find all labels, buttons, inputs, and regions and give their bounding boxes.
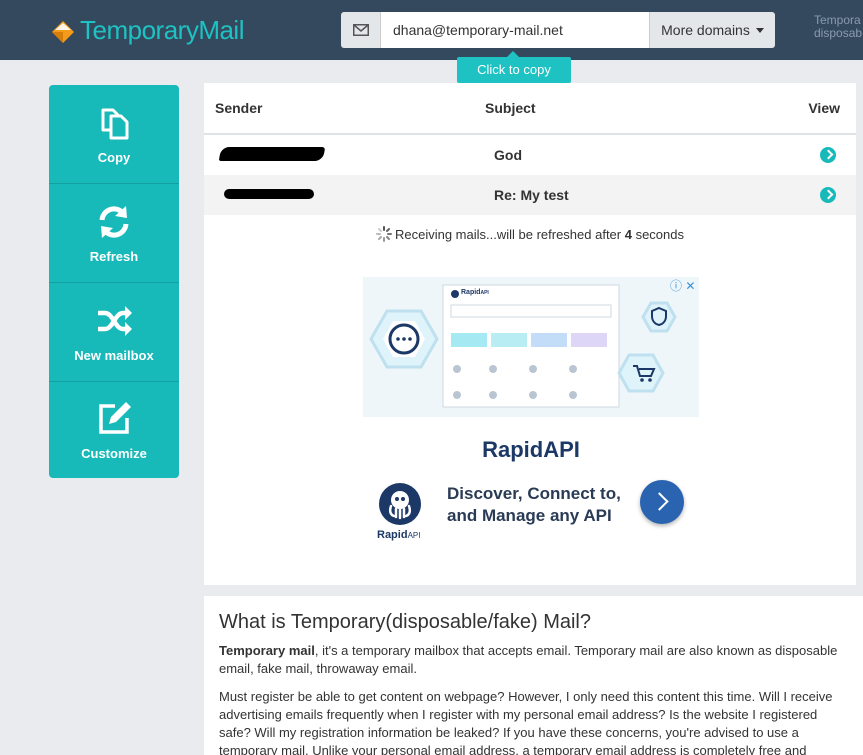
ad-brand-mini: RapidAPI bbox=[461, 289, 489, 296]
header-right-text: Tempora disposab bbox=[814, 14, 862, 40]
ad-logo-caption: RapidAPI bbox=[377, 529, 420, 541]
click-to-copy-tooltip[interactable]: Click to copy bbox=[457, 51, 571, 83]
inbox-panel: Sender Subject View God Re: My test Rece… bbox=[204, 83, 856, 585]
loading-spinner-icon bbox=[375, 226, 392, 242]
refresh-icon bbox=[99, 205, 129, 238]
shuffle-icon bbox=[98, 305, 132, 336]
copy-button[interactable]: Copy bbox=[49, 85, 179, 184]
mail-icon bbox=[341, 12, 381, 48]
redacted-sender bbox=[224, 189, 314, 199]
column-header-subject: Subject bbox=[485, 100, 536, 116]
article-p1-bold: Temporary mail bbox=[219, 643, 315, 658]
ad-tagline-line2: and Manage any API bbox=[447, 506, 612, 525]
about-article: What is Temporary(disposable/fake) Mail?… bbox=[204, 596, 863, 755]
header-right-line2: disposab bbox=[814, 26, 863, 40]
ad-brand-mini-suffix: API bbox=[480, 290, 489, 296]
ad-brand-mini-name: Rapid bbox=[461, 289, 481, 296]
logo-text: TemporaryMail bbox=[80, 15, 245, 45]
refresh-label: Refresh bbox=[89, 248, 139, 264]
email-address-field[interactable]: dhana@temporary-mail.net bbox=[381, 12, 649, 48]
status-prefix: Receiving mails...will be refreshed afte… bbox=[394, 227, 625, 242]
site-logo[interactable]: TemporaryMail bbox=[50, 15, 245, 46]
redacted-sender bbox=[218, 147, 326, 161]
caret-down-icon bbox=[755, 27, 764, 33]
view-arrow-icon[interactable] bbox=[820, 147, 836, 163]
ad-logo-caption-name: Rapid bbox=[377, 529, 408, 541]
column-header-view: View bbox=[808, 100, 840, 116]
more-domains-label: More domains bbox=[661, 22, 750, 38]
ad-illustration bbox=[363, 277, 699, 417]
mail-row[interactable]: Re: My test bbox=[204, 175, 856, 215]
refresh-status: Receiving mails...will be refreshed afte… bbox=[204, 226, 856, 242]
ad-next-arrow-icon[interactable] bbox=[640, 480, 684, 524]
copy-icon bbox=[101, 108, 129, 139]
customize-label: Customize bbox=[81, 445, 147, 461]
ad-title: RapidAPI bbox=[482, 437, 580, 462]
email-address-bar: dhana@temporary-mail.net More domains bbox=[341, 12, 775, 48]
status-suffix: seconds bbox=[631, 227, 685, 242]
rapidapi-ad[interactable]: RapidAPI ⓘ ✕ RapidAPI Discover, Connect … bbox=[363, 277, 699, 553]
rapidapi-logo-icon bbox=[379, 483, 421, 525]
inbox-table-header: Sender Subject View bbox=[204, 83, 856, 135]
action-sidebar: Copy Refresh New mailbox Customize bbox=[49, 85, 179, 478]
ad-info-icon[interactable]: ⓘ bbox=[670, 279, 682, 293]
view-arrow-icon[interactable] bbox=[820, 187, 836, 203]
refresh-button[interactable]: Refresh bbox=[49, 184, 179, 283]
envelope-logo-icon bbox=[52, 20, 74, 43]
article-paragraph-1: Temporary mail, it's a temporary mailbox… bbox=[219, 642, 847, 678]
copy-label: Copy bbox=[97, 149, 131, 165]
column-header-sender: Sender bbox=[215, 100, 263, 116]
more-domains-button[interactable]: More domains bbox=[649, 12, 775, 48]
customize-button[interactable]: Customize bbox=[49, 382, 179, 478]
ad-tagline: Discover, Connect to, and Manage any API bbox=[447, 483, 621, 527]
new-mailbox-label: New mailbox bbox=[74, 347, 154, 363]
top-header: TemporaryMail dhana@temporary-mail.net M… bbox=[0, 0, 863, 60]
mail-subject: God bbox=[494, 147, 522, 163]
article-heading: What is Temporary(disposable/fake) Mail? bbox=[219, 611, 592, 633]
article-paragraph-2: Must register be able to get content on … bbox=[219, 689, 833, 755]
mail-subject: Re: My test bbox=[494, 187, 569, 203]
ad-tagline-line1: Discover, Connect to, bbox=[447, 484, 621, 503]
edit-icon bbox=[99, 401, 131, 434]
new-mailbox-button[interactable]: New mailbox bbox=[49, 283, 179, 382]
mail-row[interactable]: God bbox=[204, 135, 856, 175]
ad-choices-icon[interactable]: ⓘ ✕ bbox=[670, 277, 695, 294]
status-seconds: 4 bbox=[624, 227, 632, 242]
ad-close-icon[interactable]: ✕ bbox=[685, 279, 695, 293]
ad-logo-caption-suffix: API bbox=[407, 531, 421, 540]
